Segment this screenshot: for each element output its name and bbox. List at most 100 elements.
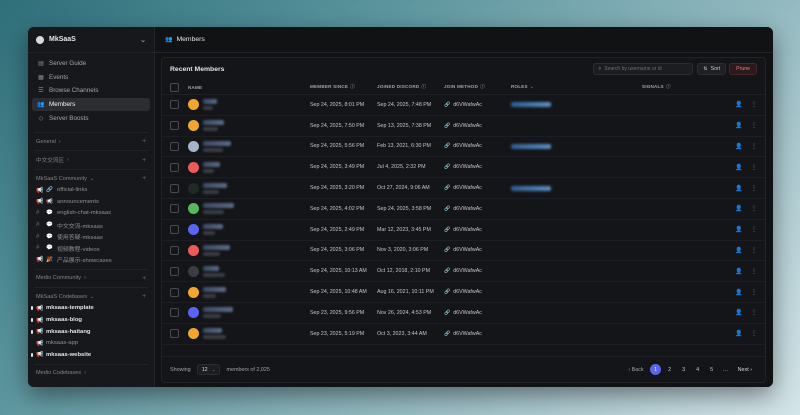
search-input[interactable]: ⌕ Search by username or id (593, 63, 694, 75)
more-icon[interactable]: ⋮ (751, 309, 757, 316)
row-checkbox[interactable] (170, 266, 179, 276)
column-signals[interactable]: SIGNALS ⓘ (642, 84, 735, 90)
more-icon[interactable]: ⋮ (751, 205, 757, 212)
profile-icon[interactable]: 👤 (735, 101, 742, 108)
row-checkbox[interactable] (170, 204, 179, 214)
channel-item[interactable]: # 💬 视频教程-videos (28, 242, 154, 254)
chevron-down-icon[interactable]: ⌄ (140, 36, 146, 44)
column-joined-discord[interactable]: JOINED DISCORD ⓘ (377, 84, 444, 90)
next-button[interactable]: Next › (738, 367, 752, 373)
add-channel-icon[interactable]: + (142, 293, 146, 300)
prune-button[interactable]: Prune (729, 63, 757, 75)
table-row[interactable]: Sep 24, 2025, 7:50 PM Sep 13, 2025, 7:38 … (162, 116, 765, 137)
channel-item[interactable]: 📢 📢 announcements (28, 196, 154, 208)
table-row[interactable]: Sep 24, 2025, 2:49 PM Mar 12, 2023, 3:45 … (162, 220, 765, 241)
table-row[interactable]: Sep 24, 2025, 3:06 PM Nov 3, 2020, 3:06 P… (162, 241, 765, 262)
sort-button[interactable]: ⇅ Sort (697, 63, 727, 75)
more-icon[interactable]: ⋮ (751, 164, 757, 171)
row-checkbox[interactable] (170, 287, 179, 297)
profile-icon[interactable]: 👤 (735, 330, 742, 337)
channel-item[interactable]: 📢 🔗 official-links (28, 184, 154, 196)
member-name-cell[interactable] (182, 244, 310, 256)
table-row[interactable]: Sep 24, 2025, 4:02 PM Sep 24, 2025, 3:58 … (162, 199, 765, 220)
profile-icon[interactable]: 👤 (735, 122, 742, 129)
table-row[interactable]: Sep 24, 2025, 5:56 PM Feb 13, 2021, 6:30 … (162, 137, 765, 158)
row-checkbox[interactable] (170, 121, 179, 131)
more-icon[interactable]: ⋮ (751, 268, 757, 275)
row-checkbox[interactable] (170, 245, 179, 255)
column-member-since[interactable]: MEMBER SINCE ⓘ (310, 84, 377, 90)
member-name-cell[interactable] (182, 182, 310, 194)
profile-icon[interactable]: 👤 (735, 185, 742, 192)
more-icon[interactable]: ⋮ (751, 247, 757, 254)
category-community[interactable]: MkSaaS Community ⌄ + (28, 173, 154, 185)
table-row[interactable]: Sep 24, 2025, 10:13 AM Oct 12, 2018, 2:10… (162, 261, 765, 283)
row-checkbox[interactable] (170, 183, 179, 193)
channel-item[interactable]: 📢 mksaas-template (28, 303, 154, 315)
page-button-5[interactable]: 5 (706, 364, 717, 375)
category-general[interactable]: General › + (28, 136, 154, 148)
sidebar-item-members[interactable]: 👥 Members (32, 97, 150, 112)
channel-item[interactable]: 📢 mksaas-haitang (28, 326, 154, 338)
more-icon[interactable]: ⋮ (751, 185, 757, 192)
category-codebases[interactable]: MkSaaS Codebases ⌄ + (28, 291, 154, 303)
table-row[interactable]: Sep 23, 2025, 9:56 PM Nov 26, 2024, 4:53 … (162, 303, 765, 324)
column-join-method[interactable]: JOIN METHOD ⓘ (444, 84, 511, 90)
profile-icon[interactable]: 👤 (735, 309, 742, 316)
profile-icon[interactable]: 👤 (735, 164, 742, 171)
member-name-cell[interactable] (182, 307, 310, 319)
member-name-cell[interactable] (182, 99, 310, 111)
add-channel-icon[interactable]: + (142, 157, 146, 164)
member-name-cell[interactable] (182, 286, 310, 298)
channel-item[interactable]: 📢 mksaas-blog (28, 314, 154, 326)
row-checkbox[interactable] (170, 225, 179, 235)
channel-item[interactable]: # 💬 中文交流-mksaas (28, 219, 154, 231)
row-checkbox[interactable] (170, 100, 179, 110)
select-all-checkbox[interactable] (170, 82, 179, 92)
member-name-cell[interactable] (182, 161, 310, 173)
profile-icon[interactable]: 👤 (735, 143, 742, 150)
member-name-cell[interactable] (182, 203, 310, 215)
page-button-3[interactable]: 3 (678, 364, 689, 375)
page-button-1[interactable]: 1 (650, 364, 662, 375)
server-header[interactable]: MkSaaS ⌄ (28, 27, 154, 53)
back-button[interactable]: ‹ Back (628, 367, 643, 373)
channel-item[interactable]: 📢 🎉 产品展示-showcases (28, 254, 154, 266)
table-row[interactable]: Sep 24, 2025, 3:49 PM Jul 4, 2025, 2:32 P… (162, 157, 765, 179)
more-icon[interactable]: ⋮ (751, 122, 757, 129)
page-button-2[interactable]: 2 (664, 364, 675, 375)
per-page-select[interactable]: 12 ⌄ (196, 364, 221, 375)
channel-item[interactable]: 📢 mksaas-website (28, 349, 154, 361)
more-icon[interactable]: ⋮ (751, 289, 757, 296)
table-row[interactable]: Sep 24, 2025, 3:20 PM Oct 27, 2024, 9:06 … (162, 178, 765, 199)
sidebar-item-server-guide[interactable]: ▤ Server Guide (32, 57, 150, 71)
sidebar-item-server-boosts[interactable]: ◇ Server Boosts (32, 111, 150, 125)
more-icon[interactable]: ⋮ (751, 330, 757, 337)
more-icon[interactable]: ⋮ (751, 101, 757, 108)
category-medio[interactable]: Medio Community › + (28, 273, 154, 285)
sidebar-item-browse-channels[interactable]: ☰ Browse Channels (32, 84, 150, 98)
table-row[interactable]: Sep 24, 2025, 8:01 PM Sep 24, 2025, 7:48 … (162, 95, 765, 116)
profile-icon[interactable]: 👤 (735, 268, 742, 275)
category-medio-codebases[interactable]: Medio Codebases › (28, 368, 154, 380)
member-name-cell[interactable] (182, 120, 310, 132)
category-cn[interactable]: 中文交流区 › + (28, 154, 154, 166)
row-checkbox[interactable] (170, 141, 179, 151)
table-row[interactable]: Sep 23, 2025, 5:19 PM Oct 3, 2023, 3:44 A… (162, 324, 765, 345)
profile-icon[interactable]: 👤 (735, 226, 742, 233)
row-checkbox[interactable] (170, 308, 179, 318)
member-name-cell[interactable] (182, 140, 310, 152)
member-name-cell[interactable] (182, 265, 310, 277)
row-checkbox[interactable] (170, 329, 179, 339)
profile-icon[interactable]: 👤 (735, 205, 742, 212)
add-channel-icon[interactable]: + (142, 175, 146, 182)
row-checkbox[interactable] (170, 162, 179, 172)
table-row[interactable]: Sep 24, 2025, 10:48 AM Aug 16, 2021, 10:1… (162, 282, 765, 303)
sidebar-item-events[interactable]: ▦ Events (32, 71, 150, 85)
channel-item[interactable]: # 💬 english-chat-mksaas (28, 208, 154, 220)
channel-item[interactable]: # 💬 使用答疑-mksaas (28, 231, 154, 243)
member-name-cell[interactable] (182, 224, 310, 236)
profile-icon[interactable]: 👤 (735, 289, 742, 296)
profile-icon[interactable]: 👤 (735, 247, 742, 254)
add-channel-icon[interactable]: + (142, 275, 146, 282)
